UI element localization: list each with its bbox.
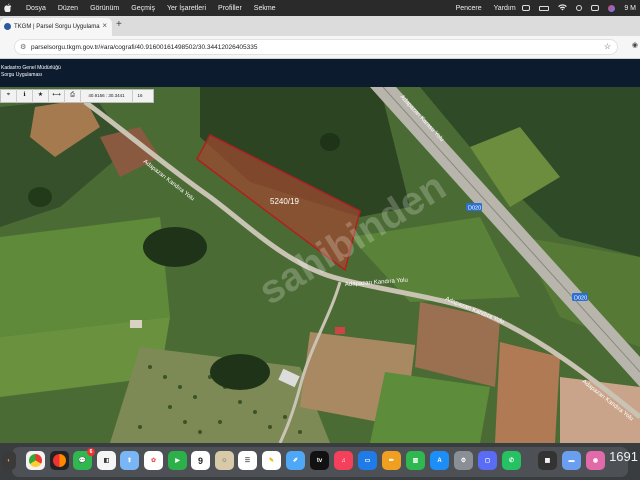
info-tool-button[interactable]: ℹ bbox=[17, 89, 33, 103]
dock-clock-text: 1691 bbox=[609, 449, 638, 464]
tree-cluster bbox=[143, 227, 207, 267]
favorite-tool-button[interactable]: ★ bbox=[33, 89, 49, 103]
menu-item-view[interactable]: Görünüm bbox=[90, 5, 119, 12]
highway-badge-text: D020 bbox=[468, 206, 481, 212]
maps-icon[interactable]: ⬆ bbox=[120, 451, 139, 470]
numbers-icon[interactable]: ▥ bbox=[406, 451, 425, 470]
measure-tool-button[interactable]: ⟷ bbox=[49, 89, 65, 103]
satellite-map[interactable]: sahibinden 5240/19 Adapazarı Kandıra Yol… bbox=[0, 87, 640, 443]
pages-icon[interactable]: ✏ bbox=[382, 451, 401, 470]
address-toolbar: ⚙ parselsorgu.tkgm.gov.tr/#ara/cografi/4… bbox=[0, 36, 640, 59]
keynote-icon[interactable]: ▭ bbox=[358, 451, 377, 470]
pan-tool-button[interactable]: ⌖ bbox=[1, 89, 17, 103]
menu-item-profiles[interactable]: Profiller bbox=[218, 5, 242, 12]
map-imagery[interactable]: sahibinden 5240/19 Adapazarı Kandıra Yol… bbox=[0, 87, 640, 443]
wifi-icon[interactable] bbox=[558, 3, 568, 13]
site-header: Kadastro Genel Müdürlüğü Sorgu Uygulamas… bbox=[0, 59, 640, 87]
coordinate-readout: 40.9156 : 30.3441 bbox=[81, 89, 133, 103]
menu-bar: Dosya Düzen Görünüm Geçmiş Yer İşaretler… bbox=[0, 0, 640, 16]
parcel-label: 5240/19 bbox=[270, 197, 299, 206]
tree-cluster bbox=[28, 187, 52, 207]
menu-item-edit[interactable]: Düzen bbox=[58, 5, 78, 12]
apple-tv-icon[interactable]: tv bbox=[310, 451, 329, 470]
building bbox=[130, 320, 142, 328]
map-toolbar: ⌖ ℹ ★ ⟷ ⎙ 40.9156 : 30.3441 16 bbox=[0, 89, 154, 103]
site-info-icon[interactable]: ⚙ bbox=[20, 43, 26, 51]
music-icon[interactable]: ♫ bbox=[334, 451, 353, 470]
control-center-icon[interactable] bbox=[591, 5, 600, 11]
menu-item-file[interactable]: Dosya bbox=[26, 5, 46, 12]
app-store-icon[interactable]: A bbox=[430, 451, 449, 470]
tree-cluster bbox=[210, 354, 270, 390]
highway-badge-text: D020 bbox=[574, 296, 587, 302]
activity-monitor-icon[interactable]: ▦ bbox=[538, 451, 557, 470]
menubar-clock[interactable]: 9 M bbox=[624, 5, 636, 12]
siri-icon[interactable] bbox=[608, 4, 616, 12]
battery-icon[interactable] bbox=[539, 5, 550, 11]
dock: ◐ 💬 6 ◧ ⬆ ✿ ▶ 9 ☺ ☰ ✎ ✐ tv ♫ ▭ ✏ ▥ A ⚙ ◻ … bbox=[0, 443, 640, 480]
chrome-canary-icon[interactable] bbox=[50, 451, 69, 470]
calendar-icon[interactable]: 9 bbox=[191, 451, 210, 470]
building bbox=[335, 327, 345, 334]
org-name: Kadastro Genel Müdürlüğü bbox=[1, 65, 61, 71]
address-bar[interactable]: ⚙ parselsorgu.tkgm.gov.tr/#ara/cografi/4… bbox=[14, 39, 618, 55]
field-patch bbox=[0, 217, 170, 337]
menu-item-history[interactable]: Geçmiş bbox=[131, 5, 155, 12]
menu-item-window[interactable]: Pencere bbox=[456, 5, 482, 12]
menu-item-tab[interactable]: Sekme bbox=[254, 5, 276, 12]
search-icon[interactable] bbox=[576, 5, 583, 11]
dock-app-icon[interactable]: ◐ bbox=[2, 451, 16, 470]
apple-menu-icon[interactable] bbox=[4, 3, 14, 14]
status-app-icon[interactable] bbox=[522, 5, 531, 11]
tab-tkgm[interactable]: TKGM | Parsel Sorgu Uygulama × bbox=[0, 18, 112, 36]
new-tab-button[interactable]: + bbox=[116, 19, 122, 30]
profile-icon[interactable]: ◉ bbox=[632, 41, 638, 49]
tkgm-favicon-icon bbox=[4, 23, 11, 30]
url-text[interactable]: parselsorgu.tkgm.gov.tr/#ara/cografi/40.… bbox=[31, 44, 257, 51]
finder-icon[interactable]: ◧ bbox=[97, 451, 116, 470]
facetime-icon[interactable]: ▶ bbox=[168, 451, 187, 470]
tab-bar: TKGM | Parsel Sorgu Uygulama × + bbox=[0, 16, 640, 36]
finder-folder-icon[interactable]: ▬ bbox=[562, 451, 581, 470]
menu-item-help[interactable]: Yardım bbox=[494, 5, 516, 12]
app-name: Sorgu Uygulaması bbox=[1, 72, 43, 78]
chrome-icon[interactable] bbox=[26, 451, 45, 470]
tree-cluster bbox=[320, 133, 340, 151]
field-patch bbox=[495, 342, 560, 443]
photos-icon[interactable]: ✿ bbox=[144, 451, 163, 470]
tab-title: TKGM | Parsel Sorgu Uygulama bbox=[14, 24, 100, 30]
notification-badge: 6 bbox=[87, 448, 95, 456]
messages-icon[interactable]: 💬 6 bbox=[73, 448, 95, 470]
freeform-icon[interactable]: ✐ bbox=[286, 451, 305, 470]
close-tab-icon[interactable]: × bbox=[102, 21, 107, 30]
notes-icon[interactable]: ✎ bbox=[262, 451, 281, 470]
app-icon[interactable]: ◻ bbox=[478, 451, 497, 470]
system-settings-icon[interactable]: ⚙ bbox=[454, 451, 473, 470]
zoom-level: 16 bbox=[137, 93, 143, 98]
menu-item-bookmarks[interactable]: Yer İşaretleri bbox=[167, 5, 206, 12]
print-tool-button[interactable]: ⎙ bbox=[65, 89, 81, 103]
contacts-icon[interactable]: ☺ bbox=[215, 451, 234, 470]
bookmark-star-icon[interactable]: ☆ bbox=[604, 42, 611, 51]
reminders-icon[interactable]: ☰ bbox=[238, 451, 257, 470]
whatsapp-icon[interactable]: ✆ bbox=[502, 451, 521, 470]
app-icon[interactable]: ◉ bbox=[586, 451, 605, 470]
